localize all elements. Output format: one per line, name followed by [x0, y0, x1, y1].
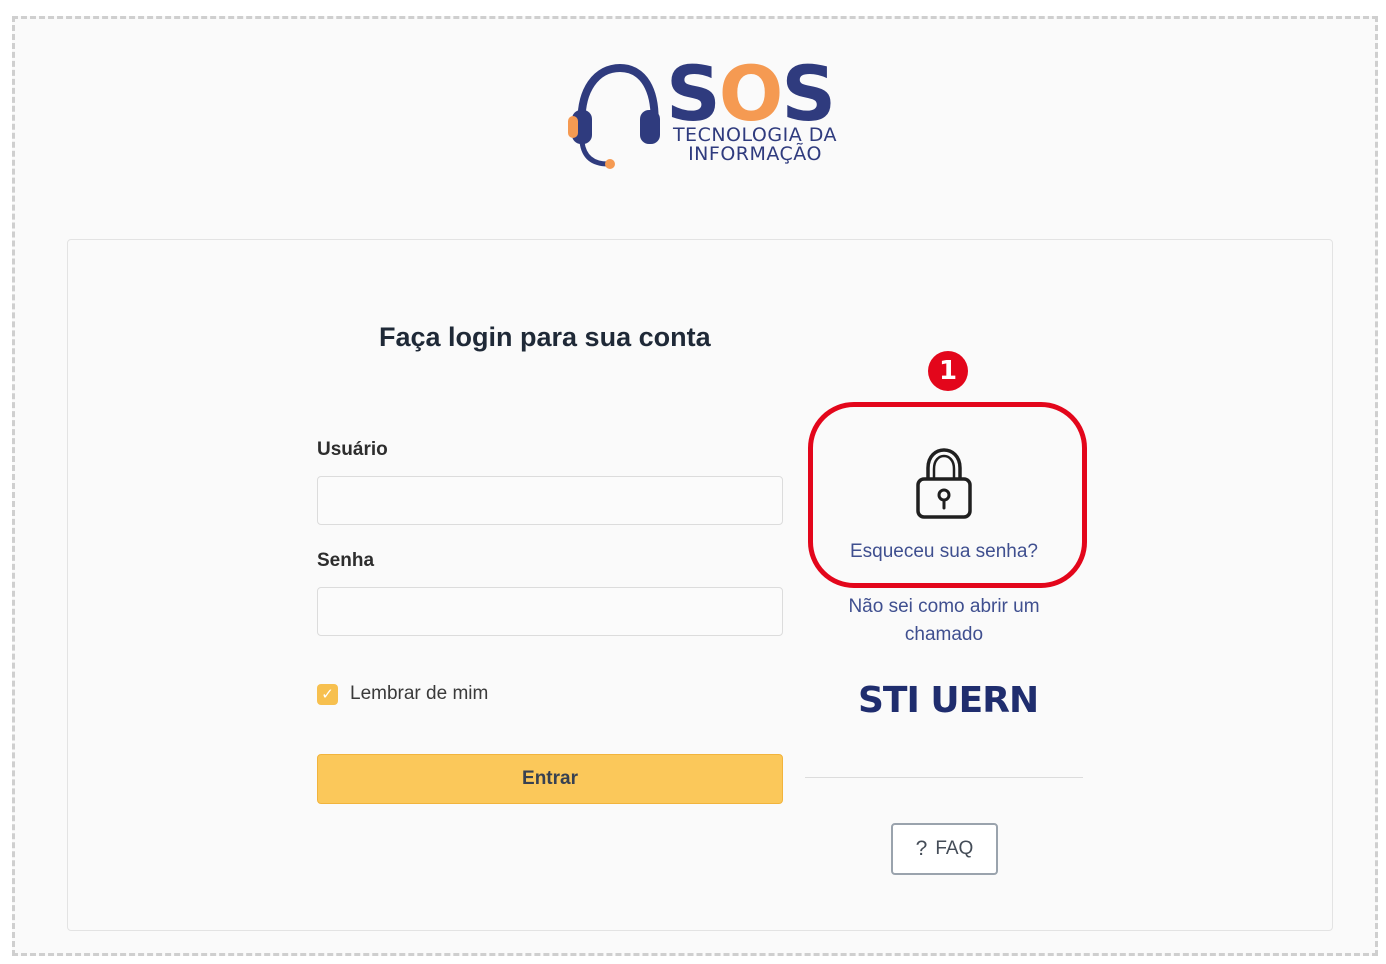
- username-label: Usuário: [317, 439, 388, 460]
- password-input[interactable]: [317, 587, 783, 636]
- faq-button[interactable]: ? FAQ: [891, 823, 998, 875]
- login-title: Faça login para sua conta: [379, 322, 711, 352]
- logo-subtitle-line2: INFORMAÇÃO: [688, 143, 822, 165]
- sti-uern-logo: STI UERN: [858, 680, 1039, 721]
- username-input[interactable]: [317, 476, 783, 525]
- sos-wordmark: SOS: [666, 49, 836, 138]
- remember-me[interactable]: ✓ Lembrar de mim: [317, 683, 488, 705]
- sos-logo: SOS TECNOLOGIA DA INFORMAÇÃO: [560, 50, 850, 180]
- question-icon: ?: [915, 837, 928, 860]
- annotation-highlight: [808, 402, 1087, 588]
- remember-checkbox[interactable]: ✓: [317, 683, 338, 705]
- password-label: Senha: [317, 550, 375, 571]
- login-button[interactable]: Entrar: [317, 754, 783, 804]
- howto-ticket-link[interactable]: Não sei como abrir um chamado: [804, 593, 1084, 649]
- remember-label: Lembrar de mim: [350, 683, 489, 704]
- divider: [805, 777, 1083, 778]
- annotation-step-badge: 1: [928, 351, 968, 391]
- logo-subtitle: TECNOLOGIA DA INFORMAÇÃO: [670, 126, 840, 164]
- howto-line1: Não sei como abrir um: [848, 596, 1040, 617]
- check-icon: ✓: [321, 686, 334, 703]
- faq-label: FAQ: [935, 838, 974, 859]
- howto-line2: chamado: [904, 624, 984, 645]
